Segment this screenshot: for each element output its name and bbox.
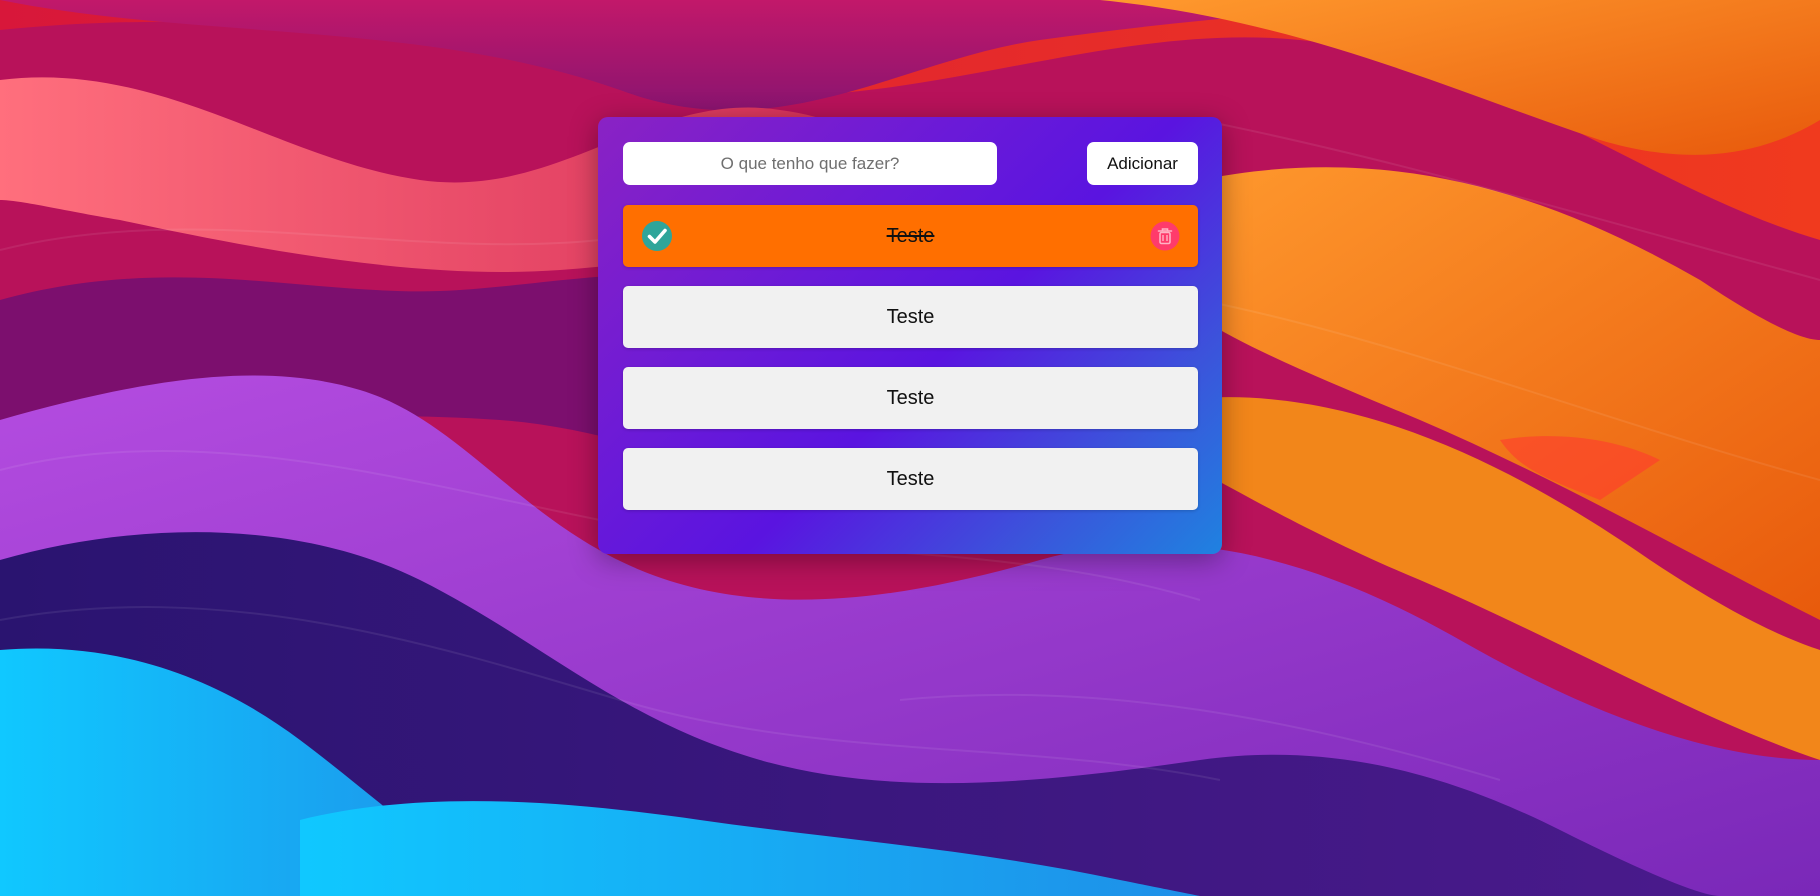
todo-card: Adicionar Teste Teste Teste Teste [598, 117, 1222, 554]
task-input[interactable] [623, 142, 997, 185]
task-label: Teste [886, 467, 935, 490]
trash-icon[interactable] [1150, 221, 1180, 251]
task-label: Teste [886, 305, 935, 328]
task-item-completed[interactable]: Teste [623, 205, 1198, 267]
add-task-button[interactable]: Adicionar [1087, 142, 1198, 185]
task-label: Teste [886, 224, 935, 247]
check-circle-icon[interactable] [641, 220, 673, 252]
task-item[interactable]: Teste [623, 367, 1198, 429]
task-label: Teste [886, 386, 935, 409]
task-list: Teste Teste Teste Teste [623, 205, 1198, 529]
task-item[interactable]: Teste [623, 448, 1198, 510]
task-item[interactable]: Teste [623, 286, 1198, 348]
